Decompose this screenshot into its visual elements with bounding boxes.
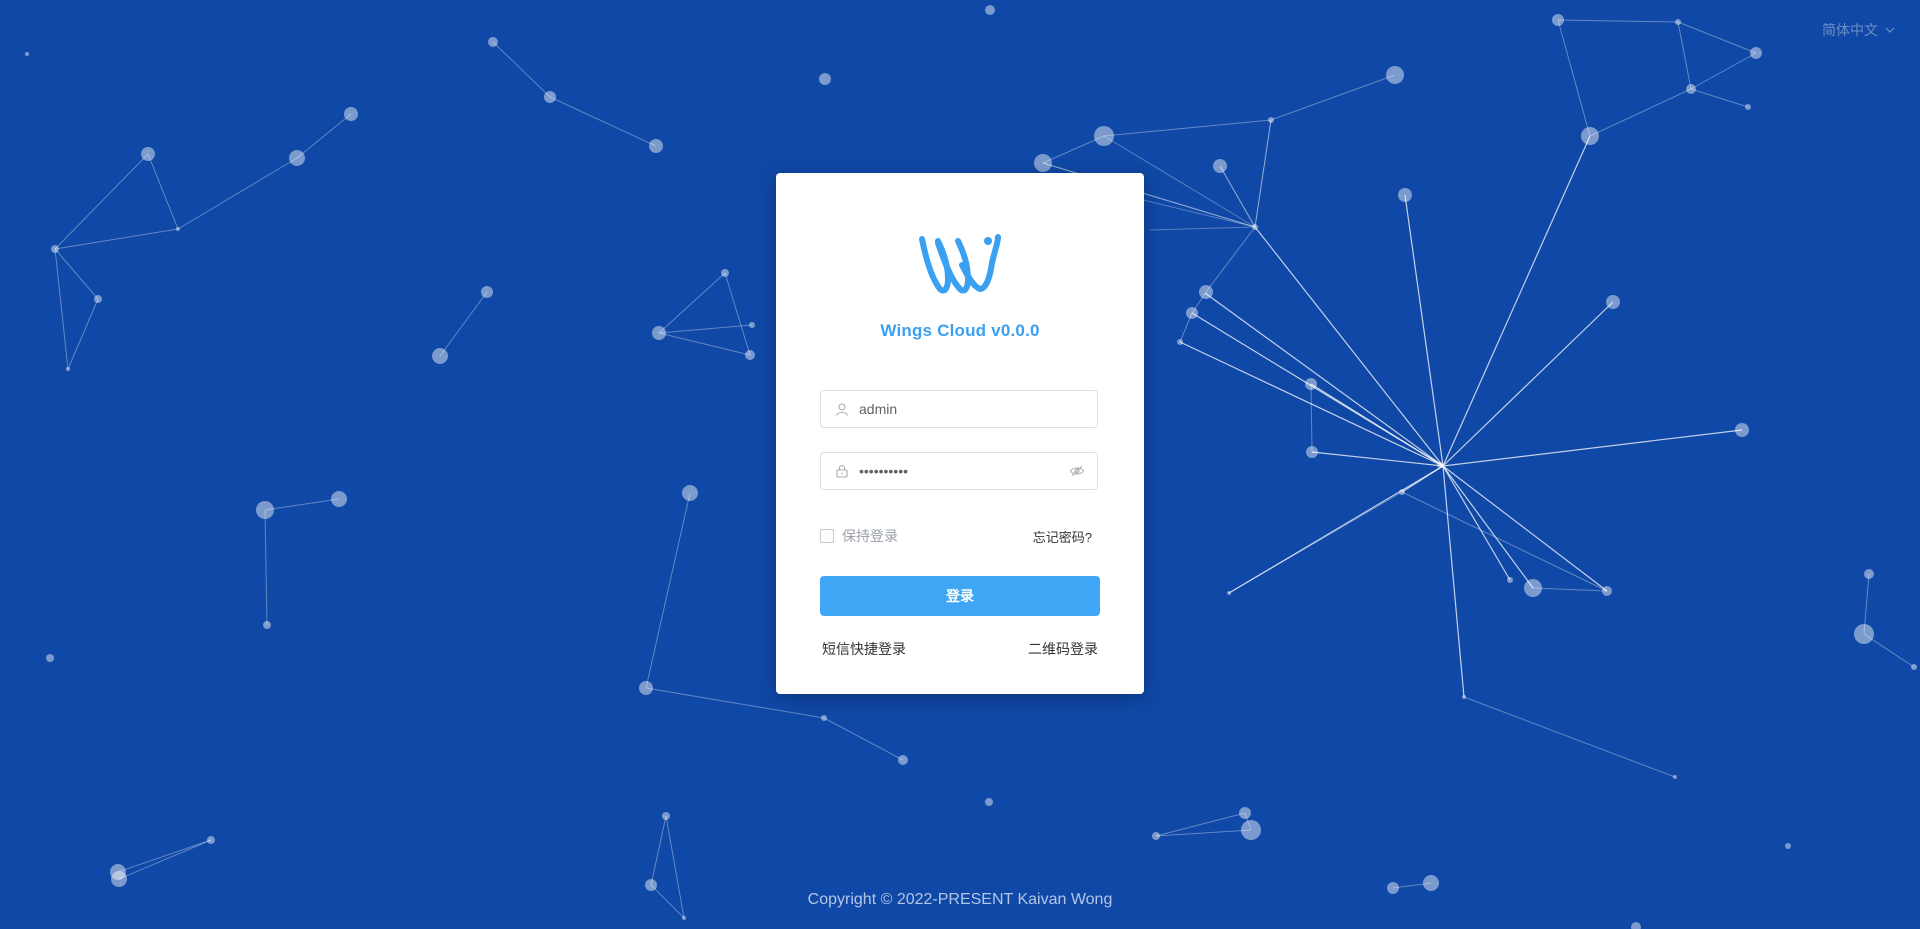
username-field[interactable] <box>820 390 1098 428</box>
sms-login-link[interactable]: 短信快捷登录 <box>822 639 906 659</box>
remember-me-checkbox[interactable]: 保持登录 <box>820 526 898 546</box>
copyright-text: Copyright © 2022-PRESENT Kaivan Wong <box>807 891 1113 908</box>
password-input[interactable] <box>859 463 1069 479</box>
username-input[interactable] <box>859 401 1097 417</box>
login-card: Wings Cloud v0.0.0 保持登录 忘记密码? 登录 短信快捷登录 … <box>776 173 1144 694</box>
wings-logo <box>919 234 1001 294</box>
chevron-down-icon <box>1885 27 1895 33</box>
password-field[interactable] <box>820 452 1098 490</box>
language-switcher[interactable]: 简体中文 <box>1822 20 1896 40</box>
login-button[interactable]: 登录 <box>820 576 1100 616</box>
language-label: 简体中文 <box>1822 22 1878 38</box>
qr-login-link[interactable]: 二维码登录 <box>1028 639 1098 659</box>
eye-off-icon[interactable] <box>1069 463 1085 479</box>
checkbox-box[interactable] <box>820 529 834 543</box>
app-title: Wings Cloud v0.0.0 <box>880 321 1040 340</box>
user-icon <box>835 403 849 416</box>
lock-icon <box>836 464 848 478</box>
forgot-password-link[interactable]: 忘记密码? <box>1033 527 1092 546</box>
remember-me-label: 保持登录 <box>842 528 898 544</box>
